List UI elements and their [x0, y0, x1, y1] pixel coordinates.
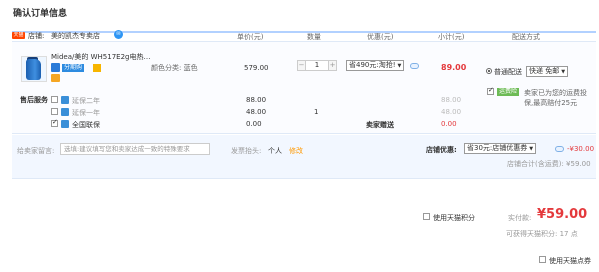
shop-coupon-label: 店铺优惠:: [426, 146, 457, 154]
qty-plus-button[interactable]: +: [328, 60, 337, 71]
real-pay-value: ¥59.00: [537, 207, 588, 222]
qty-input[interactable]: 1: [306, 60, 328, 71]
after-sales-title: 售后服务: [20, 96, 48, 104]
invoice-edit-link[interactable]: 修改: [289, 146, 303, 156]
comment-icon[interactable]: [555, 146, 564, 152]
service-checkbox-2[interactable]: [51, 108, 58, 115]
message-label: 给卖家留言:: [17, 147, 55, 155]
shipping-method-label: 普通配送: [494, 68, 522, 76]
service-checkbox-1[interactable]: [51, 96, 58, 103]
points-earned: 可获得天猫积分: 17 点: [506, 230, 578, 238]
service-subtotal-3: 0.00: [441, 120, 457, 128]
shop-coupon-value: -¥30.00: [567, 145, 595, 153]
insurance-text: 卖家已为您的运费投保,最高赔付25元: [524, 89, 587, 107]
chevron-down-icon: ▼: [561, 69, 566, 75]
promo-select[interactable]: 省490元:淘抢! ▼: [346, 60, 405, 71]
kettle-image: [26, 59, 41, 80]
service-name-2: 延保一年: [72, 109, 100, 117]
shipping-select[interactable]: 快递 免邮 ▼: [526, 66, 569, 77]
message-row: [12, 135, 596, 179]
page-title: 确认订单信息: [13, 9, 68, 19]
insurance-badge: 运费险: [497, 88, 520, 96]
promo-select-value: 省490元:淘抢!: [349, 61, 396, 69]
shield-icon: [61, 108, 69, 116]
shop-label: 店铺:: [28, 32, 45, 40]
chat-icon[interactable]: ✉: [114, 30, 123, 39]
shop-coupon-select-value: 省30元:店铺优惠券: [467, 144, 528, 152]
service-subtotal-2: 48.00: [441, 108, 462, 116]
guarantee-icon: [93, 64, 101, 72]
product-attr: 颜色分类: 蓝色: [151, 64, 198, 72]
service-price-2: 48.00: [246, 108, 267, 116]
service-note: 卖家赠送: [366, 121, 394, 129]
tmall-badge-icon: 天猫: [12, 32, 25, 39]
shipping-select-value: 快递 免邮: [529, 67, 560, 75]
use-points-label: 使用天猫积分: [433, 214, 475, 222]
message-input[interactable]: 选填:建议填写您和卖家达成一致的特殊要求: [60, 143, 210, 155]
invoice-value: 个人: [268, 147, 282, 155]
shop-name-link[interactable]: 美的凯杰专卖店: [51, 31, 100, 41]
service-qty-2: 1: [314, 108, 319, 116]
real-pay-label: 实付款:: [508, 214, 532, 222]
product-name-link[interactable]: Midea/美的 WH517E2g电热…: [51, 52, 150, 62]
chevron-down-icon: ▼: [397, 63, 402, 69]
shop-total: 店铺合计(含运费): ¥59.00: [507, 160, 591, 168]
item-subtotal: 89.00: [441, 63, 467, 72]
credit-card-icon: [51, 63, 60, 72]
service-price-3: 0.00: [246, 120, 262, 128]
shop-coupon-select[interactable]: 省30元:店铺优惠券 ▼: [464, 143, 537, 154]
installment-tag: 分期购: [62, 64, 85, 72]
shipping-radio[interactable]: [486, 68, 492, 74]
chevron-down-icon: ▼: [529, 146, 534, 152]
service-subtotal-1: 88.00: [441, 96, 462, 104]
insurance-checkbox[interactable]: [487, 86, 494, 95]
service-checkbox-3[interactable]: [51, 118, 58, 127]
use-coupon-label: 使用天猫点券: [549, 257, 591, 265]
comment-icon[interactable]: [410, 63, 419, 69]
invoice-label: 发票抬头:: [231, 147, 262, 155]
seller-icon: [51, 74, 60, 82]
service-name-1: 延保二年: [72, 97, 100, 105]
unit-price: 579.00: [244, 64, 269, 72]
use-coupon-checkbox[interactable]: [539, 256, 546, 263]
qty-minus-button[interactable]: −: [297, 60, 306, 71]
use-points-checkbox[interactable]: [423, 213, 430, 220]
service-price-1: 88.00: [246, 96, 267, 104]
shield-icon: [61, 96, 69, 104]
shield-icon: [61, 120, 69, 128]
service-name-3: 全国联保: [72, 121, 100, 129]
